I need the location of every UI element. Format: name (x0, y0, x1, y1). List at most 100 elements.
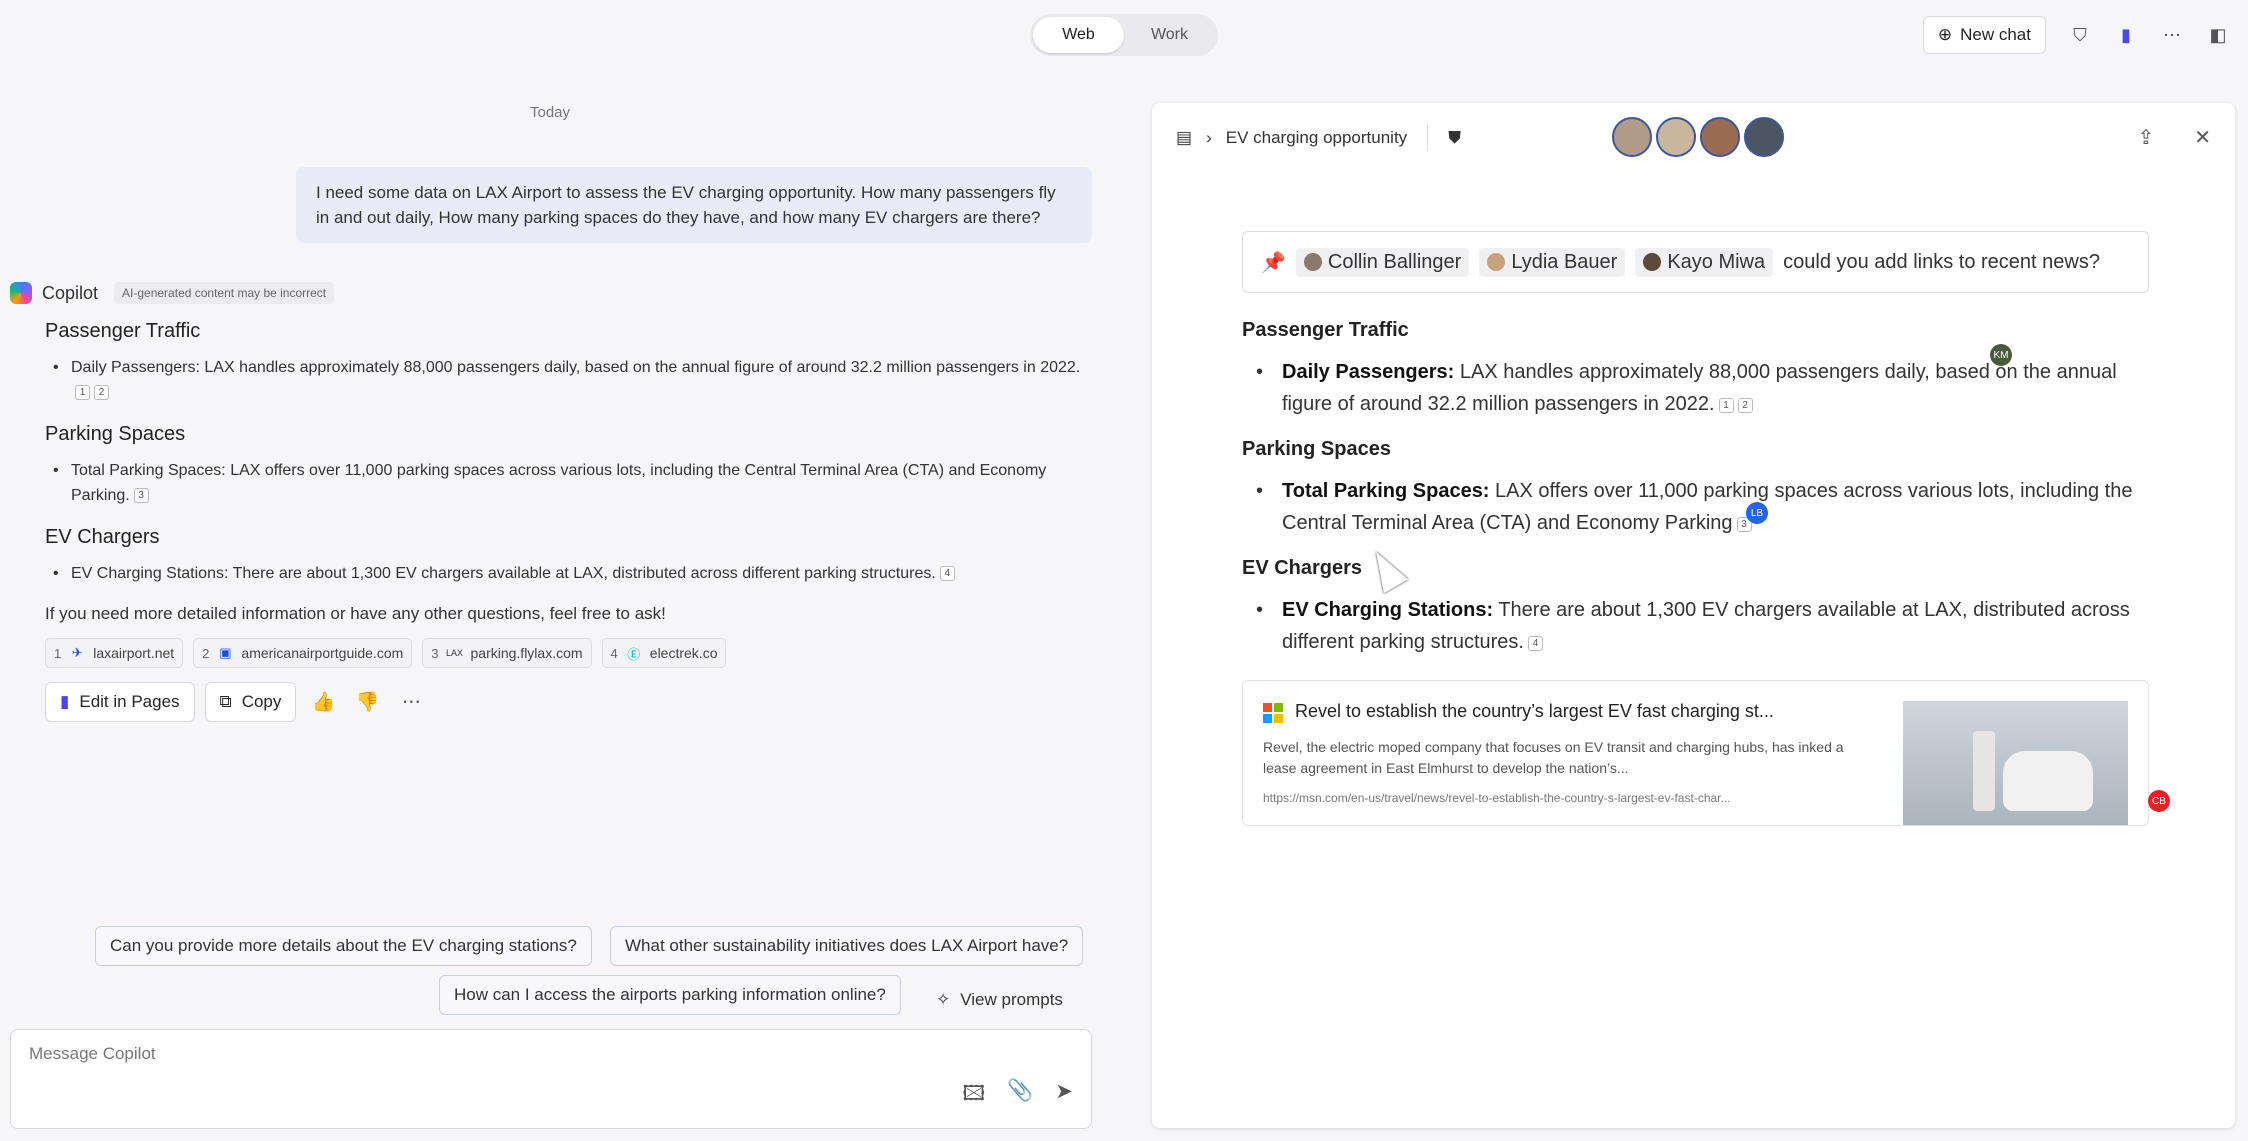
copilot-answer: Passenger Traffic Daily Passengers: LAX … (45, 316, 1095, 722)
avatar[interactable] (1700, 117, 1740, 157)
avatar (1487, 253, 1506, 271)
section-heading: Parking Spaces (1242, 438, 1391, 460)
page-header: ▤ › EV charging opportunity ⛊ (1176, 125, 1461, 151)
copilot-name: Copilot (42, 282, 99, 303)
top-toolbar: ⊕ New chat ⛉ ▮ ⋯ ◧ (1922, 16, 2230, 54)
section-heading: EV Chargers (45, 526, 160, 548)
section-heading: Passenger Traffic (1242, 319, 1409, 341)
citation[interactable]: 4 (939, 566, 955, 581)
pages-panel: ▤ › EV charging opportunity ⛊ ⇪ ✕ 📌 Coll… (1152, 103, 2235, 1128)
ai-disclaimer-badge: AI-generated content may be incorrect (114, 282, 335, 304)
divider (1427, 125, 1429, 151)
page-content[interactable]: Passenger Traffic Daily Passengers: LAX … (1242, 309, 2162, 676)
avatar[interactable] (1656, 117, 1696, 157)
charger-shape (1973, 731, 1995, 811)
pages-icon: ▮ (60, 692, 70, 711)
presence-tag-cb: CB (2148, 790, 2170, 812)
presence-tag-lb: LB (1746, 502, 1768, 524)
copy-icon: ⧉ (219, 692, 232, 711)
list-item: Daily Passengers: LAX handles approximat… (1242, 356, 2162, 420)
collaborator-avatars (1612, 117, 1784, 157)
presence-tag-km: KM (1990, 344, 2012, 366)
message-input[interactable] (29, 1044, 929, 1064)
plus-icon: ⊕ (1937, 25, 1953, 44)
prompt-text: could you add links to recent news? (1783, 250, 2100, 273)
new-chat-label: New chat (1960, 25, 2031, 44)
mention-chip[interactable]: Lydia Bauer (1479, 247, 1626, 277)
page-icon[interactable]: ▤ (1176, 128, 1192, 148)
source-chip[interactable]: 3 LAX parking.flylax.com (422, 638, 592, 668)
list-item: EV Charging Stations: There are about 1,… (1242, 594, 2162, 658)
close-icon[interactable]: ✕ (2194, 125, 2211, 150)
e-icon: Ⓔ (627, 646, 641, 662)
page-title: EV charging opportunity (1225, 128, 1408, 147)
copy-button[interactable]: ⧉ Copy (204, 682, 297, 722)
list-item: Total Parking Spaces: LAX offers over 11… (1242, 475, 2162, 539)
news-title: Revel to establish the country’s largest… (1295, 701, 1774, 721)
citation[interactable]: 1 (1718, 398, 1734, 413)
copilot-logo-icon (10, 282, 32, 304)
sources-list: 1 ✈ laxairport.net 2 ▣ americanairportguide.… (45, 638, 1095, 668)
source-chip[interactable]: 2 ▣ americanairportguide.com (193, 638, 413, 668)
avatar (1643, 253, 1662, 271)
suggestion-chip[interactable]: How can I access the airports parking in… (439, 975, 901, 1015)
mention-chip[interactable]: Collin Ballinger (1295, 247, 1470, 277)
thumbs-down-icon[interactable]: 👎 (350, 685, 384, 719)
avatar[interactable] (1612, 117, 1652, 157)
panel-actions: ⇪ ✕ (2137, 125, 2211, 150)
view-prompts-button[interactable]: ✧ View prompts (936, 980, 1063, 1020)
composer-actions: 🖾 📎 ➤ (962, 1079, 1073, 1114)
tab-work[interactable]: Work (1124, 17, 1215, 53)
web-work-toggle[interactable]: Web Work (1030, 14, 1218, 56)
plane-icon: ✈ (71, 645, 83, 660)
image-icon[interactable]: 🖾 (962, 1079, 985, 1114)
date-divider: Today (530, 104, 571, 121)
pages-icon[interactable]: ▮ (2114, 23, 2138, 47)
citation[interactable]: 1 (75, 385, 90, 400)
attach-icon[interactable]: 📎 (1007, 1079, 1033, 1114)
list-item: Daily Passengers: LAX handles approximat… (45, 355, 1095, 405)
suggestion-chip[interactable]: What other sustainability initiatives do… (610, 926, 1084, 966)
new-chat-button[interactable]: ⊕ New chat (1922, 16, 2046, 54)
avatar[interactable] (1744, 117, 1784, 157)
citation[interactable]: 4 (1527, 636, 1543, 651)
answer-actions: ▮ Edit in Pages ⧉ Copy 👍 👎 ⋯ (45, 682, 1095, 722)
edit-in-pages-button[interactable]: ▮ Edit in Pages (45, 682, 195, 722)
list-item: Total Parking Spaces: LAX offers over 11… (45, 458, 1095, 508)
prompts-icon: ✧ (936, 990, 951, 1009)
news-card[interactable]: Revel to establish the country’s largest… (1242, 680, 2149, 826)
news-thumbnail (1903, 701, 2128, 825)
site-icon: ▣ (219, 645, 232, 660)
suggestion-chip[interactable]: Can you provide more details about the E… (95, 926, 592, 966)
thumbs-up-icon[interactable]: 👍 (306, 685, 340, 719)
more-icon[interactable]: ⋯ (2160, 23, 2184, 47)
list-item: EV Charging Stations: There are about 1,… (45, 561, 1095, 586)
lax-icon: LAX (446, 648, 464, 658)
chevron-right-icon: › (1206, 128, 1212, 147)
followup-text: If you need more detailed information or… (45, 604, 666, 623)
composer: 🖾 📎 ➤ (10, 1029, 1092, 1129)
share-icon[interactable]: ⇪ (2137, 125, 2154, 150)
more-icon[interactable]: ⋯ (394, 685, 428, 719)
source-chip[interactable]: 4 Ⓔelectrek.co (601, 638, 727, 668)
section-heading: Parking Spaces (45, 423, 186, 445)
mention-chip[interactable]: Kayo Miwa (1635, 247, 1774, 277)
source-chip[interactable]: 1 ✈ laxairport.net (45, 638, 184, 668)
send-icon[interactable]: ➤ (1055, 1079, 1073, 1114)
user-message: I need some data on LAX Airport to asses… (296, 167, 1092, 243)
pin-icon: 📌 (1261, 251, 1286, 274)
car-shape (2003, 751, 2093, 811)
copilot-header: Copilot AI-generated content may be inco… (10, 282, 335, 304)
shield-icon[interactable]: ⛉ (2068, 23, 2092, 47)
prompt-bar[interactable]: 📌 Collin Ballinger Lydia Bauer Kayo Miwa… (1242, 231, 2149, 293)
news-url: https://msn.com/en-us/travel/news/revel-… (1263, 791, 1731, 805)
avatar (1303, 253, 1322, 271)
citation[interactable]: 2 (1737, 398, 1753, 413)
citation[interactable]: 3 (133, 488, 149, 503)
sidebar-toggle-icon[interactable]: ◧ (2206, 23, 2230, 47)
citation[interactable]: 2 (94, 385, 109, 400)
section-heading: Passenger Traffic (45, 320, 201, 342)
shield-icon[interactable]: ⛊ (1448, 128, 1461, 148)
news-description: Revel, the electric moped company that f… (1263, 739, 1844, 776)
tab-web[interactable]: Web (1033, 17, 1124, 53)
